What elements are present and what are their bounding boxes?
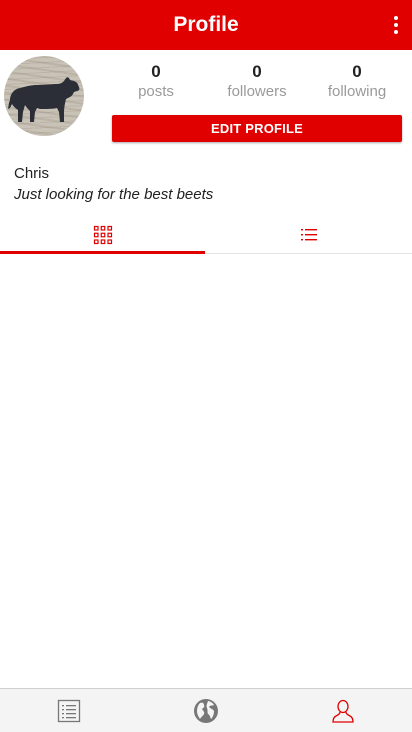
bio: Just looking for the best beets [14,186,214,203]
bottom-navigation [0,688,412,732]
posts-area [0,255,412,688]
nav-feed[interactable] [0,689,137,732]
stat-label: followers [227,83,287,100]
stat-followers[interactable]: 0 followers [209,62,305,102]
profile-stats: 0 posts 0 followers 0 following [112,62,402,102]
selected-tab-indicator [0,251,205,254]
nav-profile[interactable] [274,689,411,732]
list-view-icon [301,229,317,241]
avatar[interactable] [4,56,84,136]
stat-label: posts [138,83,174,100]
app-bar: Profile [0,0,412,50]
more-vert-icon[interactable] [390,12,402,38]
cow-silhouette-icon [8,77,80,122]
stat-count: 0 [352,62,362,81]
stat-label: following [327,83,387,100]
profile-screen: Profile 0 posts 0 followers 0 following … [0,0,412,732]
username: Chris [14,165,50,182]
edit-profile-button[interactable]: EDIT PROFILE [112,115,402,142]
tab-grid-view[interactable] [0,216,206,254]
feed-list-icon [57,699,80,723]
stat-posts[interactable]: 0 posts [108,62,204,102]
stat-following[interactable]: 0 following [309,62,405,102]
tab-list-view[interactable] [206,216,412,254]
view-tabs [0,216,412,254]
globe-icon [193,699,218,723]
stat-count: 0 [151,62,161,81]
nav-explore[interactable] [137,689,274,732]
page-title: Profile [173,13,239,36]
grid-view-icon [93,225,113,245]
stat-count: 0 [252,62,262,81]
person-icon [331,699,354,723]
